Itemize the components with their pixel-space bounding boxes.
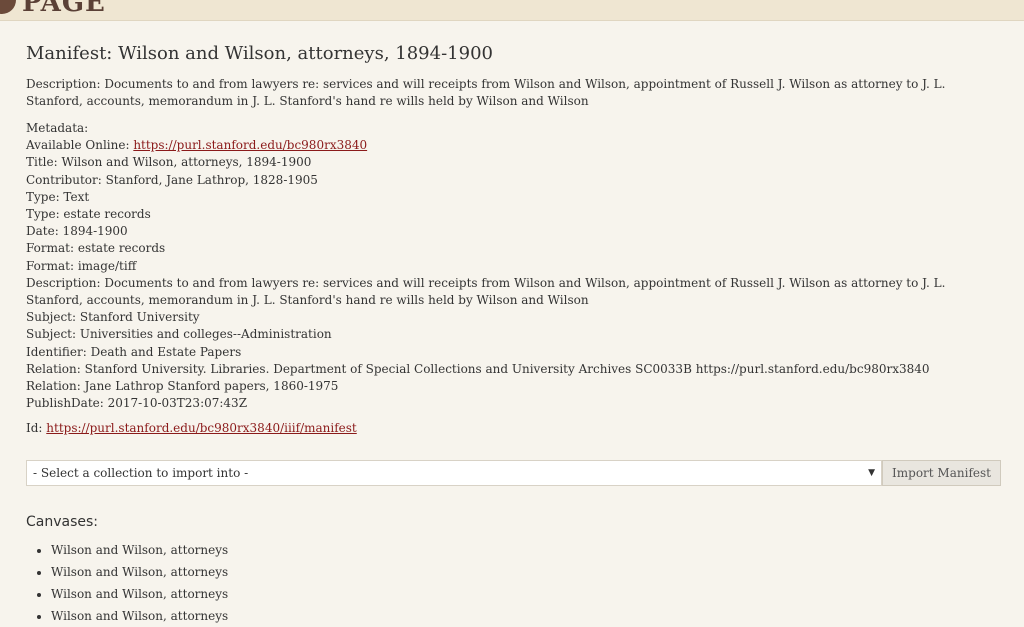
canvases-list: Wilson and Wilson, attorneys Wilson and … <box>26 539 228 627</box>
page-title: Manifest: Wilson and Wilson, attorneys, … <box>26 43 493 64</box>
metadata-description: Description: Documents to and from lawye… <box>26 275 946 308</box>
metadata-format-image: Format: image/tiff <box>26 258 137 273</box>
metadata-type-estate: Type: estate records <box>26 207 151 222</box>
manifest-id: Id: https://purl.stanford.edu/bc980rx384… <box>26 421 1006 435</box>
top-bar: PAGE <box>0 0 1024 21</box>
metadata-subject-stanford: Subject: Stanford University <box>26 310 200 325</box>
metadata-relation-papers: Relation: Jane Lathrop Stanford papers, … <box>26 379 339 394</box>
metadata-relation-libraries: Relation: Stanford University. Libraries… <box>26 361 930 376</box>
canvas-list-item[interactable]: Wilson and Wilson, attorneys <box>51 561 228 583</box>
available-online-link[interactable]: https://purl.stanford.edu/bc980rx3840 <box>133 138 367 152</box>
metadata-type-text: Type: Text <box>26 189 90 204</box>
metadata-subject-universities: Subject: Universities and colleges--Admi… <box>26 327 332 342</box>
logo-icon[interactable] <box>0 0 16 14</box>
metadata-format-estate: Format: estate records <box>26 241 166 256</box>
main-content: Manifest: Wilson and Wilson, attorneys, … <box>26 40 1006 623</box>
available-online-label: Available Online: <box>26 138 134 153</box>
metadata-title: Title: Wilson and Wilson, attorneys, 189… <box>26 155 312 170</box>
import-row: - Select a collection to import into - ▼… <box>26 460 1001 486</box>
chevron-down-icon[interactable]: ▼ <box>868 461 875 485</box>
import-manifest-button[interactable]: Import Manifest <box>882 460 1001 486</box>
canvas-list-item[interactable]: Wilson and Wilson, attorneys <box>51 539 228 561</box>
canvases-section: Canvases: Wilson and Wilson, attorneys W… <box>26 514 228 627</box>
canvases-heading: Canvases: <box>26 514 99 530</box>
metadata-publish-date: PublishDate: 2017-10-03T23:07:43Z <box>26 396 248 411</box>
id-label: Id: <box>26 421 47 436</box>
metadata-block: Metadata: Available Online: https://purl… <box>26 120 1006 412</box>
collection-select-value: - Select a collection to import into - <box>33 466 249 480</box>
collection-select[interactable]: - Select a collection to import into - ▼ <box>26 460 882 486</box>
manifest-id-link[interactable]: https://purl.stanford.edu/bc980rx3840/ii… <box>46 421 356 435</box>
metadata-date: Date: 1894-1900 <box>26 224 128 239</box>
metadata-available-online: Available Online: https://purl.stanford.… <box>26 137 1006 154</box>
logo-text[interactable]: PAGE <box>22 0 106 18</box>
canvas-list-item[interactable]: Wilson and Wilson, attorneys <box>51 605 228 627</box>
metadata-identifier: Identifier: Death and Estate Papers <box>26 344 242 359</box>
metadata-contributor: Contributor: Stanford, Jane Lathrop, 182… <box>26 172 318 187</box>
manifest-description: Description: Documents to and from lawye… <box>26 77 946 108</box>
metadata-heading: Metadata: <box>26 121 89 135</box>
canvas-list-item[interactable]: Wilson and Wilson, attorneys <box>51 583 228 605</box>
